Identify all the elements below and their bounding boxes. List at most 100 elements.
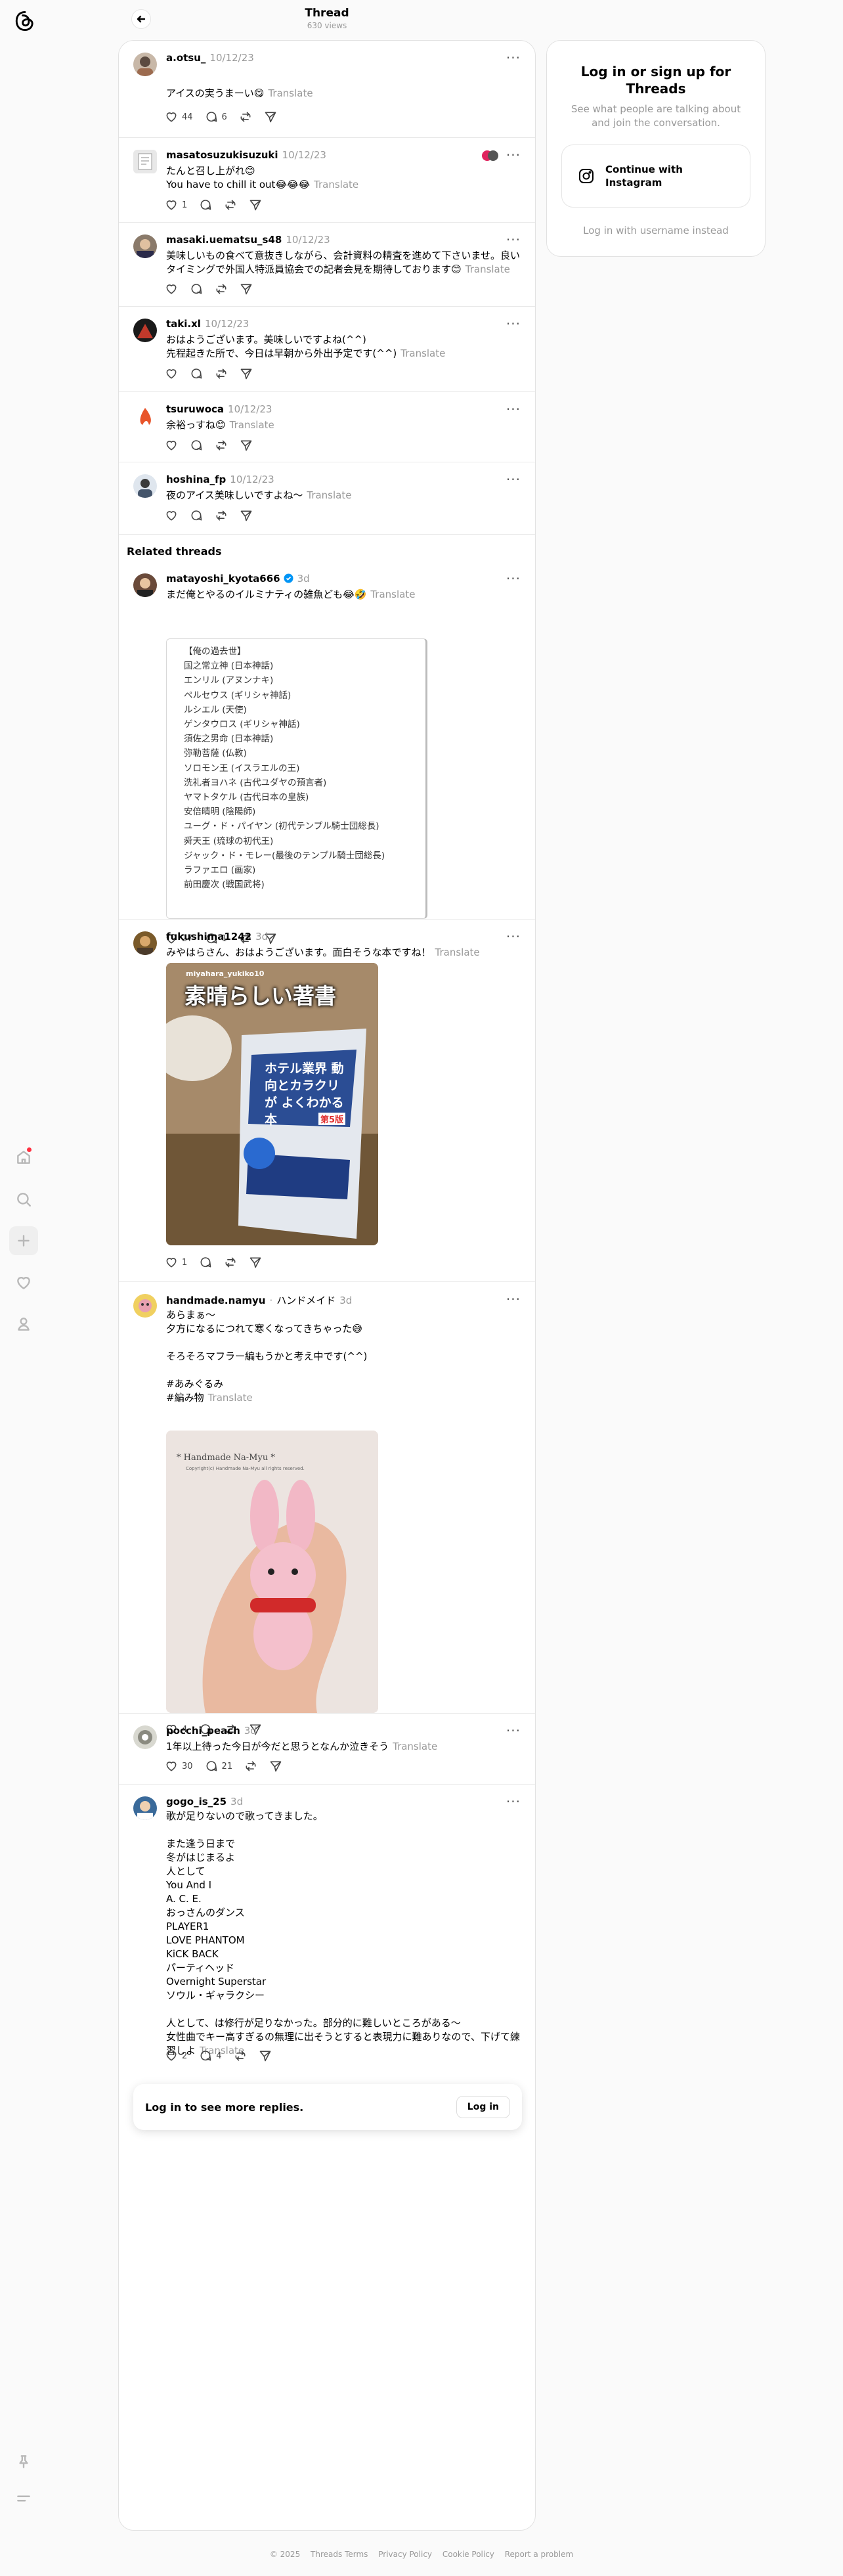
- username[interactable]: gogo_is_25: [166, 1796, 227, 1808]
- share-button[interactable]: [249, 1256, 262, 1269]
- reply-button[interactable]: [199, 1256, 212, 1269]
- like-button[interactable]: [165, 509, 178, 522]
- footer-link[interactable]: Cookie Policy: [443, 2550, 494, 2559]
- search-icon[interactable]: [9, 1185, 38, 1214]
- username[interactable]: matayoshi_kyota666: [166, 573, 280, 585]
- related-thread-post: handmade.namyu · ハンドメイド 3d ··· あらまぁ〜 夕方になるにつ…: [119, 1282, 535, 1735]
- avatar[interactable]: [133, 234, 157, 258]
- post-text: 歌が足りないので歌ってきました。 また逢う日まで 冬がはじまるよ 人として You An…: [166, 1810, 521, 2058]
- reply-button[interactable]: 21: [205, 1760, 232, 1773]
- username[interactable]: handmade.namyu: [166, 1295, 265, 1306]
- avatar[interactable]: [133, 474, 157, 498]
- more-options-icon[interactable]: ···: [506, 571, 521, 587]
- translate-link[interactable]: Translate: [393, 1741, 437, 1752]
- translate-link[interactable]: Translate: [465, 263, 510, 275]
- like-button[interactable]: 1: [165, 1256, 187, 1269]
- like-button[interactable]: 30: [165, 1760, 193, 1773]
- home-icon[interactable]: [9, 1143, 38, 1172]
- share-button[interactable]: [249, 198, 262, 211]
- repost-button[interactable]: [244, 1760, 257, 1773]
- share-button[interactable]: [240, 509, 253, 522]
- translate-link[interactable]: Translate: [307, 489, 351, 501]
- login-button[interactable]: Log in: [456, 2096, 510, 2118]
- avatar[interactable]: [133, 1294, 157, 1318]
- repost-button[interactable]: [215, 509, 228, 522]
- post-image[interactable]: * Handmade Na-Myu * Copyright(c) Handmad…: [166, 1431, 378, 1713]
- more-options-icon[interactable]: ···: [506, 1723, 521, 1739]
- repost-button[interactable]: [215, 367, 228, 380]
- more-options-icon[interactable]: ···: [506, 1291, 521, 1307]
- translate-link[interactable]: Translate: [208, 1392, 253, 1404]
- avatar[interactable]: [133, 1725, 157, 1749]
- footer-link[interactable]: Report a problem: [505, 2550, 573, 2559]
- translate-link[interactable]: Translate: [370, 588, 415, 600]
- repost-button[interactable]: [234, 2049, 247, 2062]
- like-button[interactable]: 1: [165, 198, 187, 211]
- more-options-icon[interactable]: ···: [506, 316, 521, 332]
- username[interactable]: pocchi_peach: [166, 1725, 240, 1737]
- share-button[interactable]: [269, 1760, 282, 1773]
- reply-button[interactable]: [190, 439, 203, 452]
- repost-button[interactable]: [239, 110, 252, 123]
- repost-icon: [216, 440, 227, 451]
- continue-with-instagram-button[interactable]: Continue with Instagram: [561, 144, 750, 208]
- like-button[interactable]: [165, 282, 178, 296]
- more-options-icon[interactable]: ···: [506, 147, 521, 163]
- translate-link[interactable]: Translate: [435, 946, 480, 958]
- post-image[interactable]: miyahara_yukiko10 素晴らしい著書 ホテル業界 動向とカラクリが…: [166, 963, 378, 1245]
- login-username-link[interactable]: Log in with username instead: [547, 225, 765, 236]
- translate-link[interactable]: Translate: [230, 419, 274, 431]
- avatar[interactable]: [133, 931, 157, 955]
- username[interactable]: a.otsu_: [166, 52, 205, 64]
- reply-button[interactable]: 4: [199, 2049, 222, 2062]
- translate-link[interactable]: Translate: [314, 179, 358, 190]
- more-options-icon[interactable]: ···: [506, 50, 521, 66]
- share-button[interactable]: [240, 282, 253, 296]
- like-button[interactable]: 44: [165, 110, 193, 123]
- reply-button[interactable]: 6: [205, 110, 227, 123]
- reply-button[interactable]: [190, 282, 203, 296]
- menu-icon[interactable]: [9, 2484, 38, 2513]
- avatar[interactable]: [133, 573, 157, 597]
- username[interactable]: taki.xl: [166, 318, 201, 330]
- footer-link[interactable]: Threads Terms: [311, 2550, 368, 2559]
- username[interactable]: fukushima1242: [166, 931, 251, 943]
- pin-icon[interactable]: [9, 2447, 38, 2476]
- username[interactable]: masatosuzukisuzuki: [166, 149, 278, 161]
- repost-button[interactable]: [215, 439, 228, 452]
- reply-button[interactable]: [199, 198, 212, 211]
- share-button[interactable]: [240, 367, 253, 380]
- username[interactable]: masaki.uematsu_s48: [166, 234, 282, 246]
- translate-link[interactable]: Translate: [268, 87, 313, 99]
- username[interactable]: hoshina_fp: [166, 474, 226, 485]
- like-button[interactable]: 2: [165, 2049, 187, 2062]
- create-post-icon[interactable]: [9, 1226, 38, 1255]
- footer-link[interactable]: Privacy Policy: [378, 2550, 432, 2559]
- more-options-icon[interactable]: ···: [506, 232, 521, 248]
- reply-button[interactable]: [190, 509, 203, 522]
- like-button[interactable]: [165, 439, 178, 452]
- repost-button[interactable]: [224, 1256, 237, 1269]
- avatar[interactable]: [133, 1796, 157, 1820]
- profile-icon[interactable]: [9, 1310, 38, 1339]
- more-options-icon[interactable]: ···: [506, 1794, 521, 1810]
- share-button[interactable]: [240, 439, 253, 452]
- threads-logo-icon[interactable]: [12, 8, 38, 34]
- activity-heart-icon[interactable]: [9, 1268, 38, 1297]
- reply-button[interactable]: [190, 367, 203, 380]
- share-button[interactable]: [259, 2049, 272, 2062]
- repost-button[interactable]: [224, 198, 237, 211]
- username[interactable]: tsuruwoca: [166, 403, 224, 415]
- more-options-icon[interactable]: ···: [506, 472, 521, 487]
- like-button[interactable]: [165, 367, 178, 380]
- avatar[interactable]: [133, 53, 157, 76]
- more-options-icon[interactable]: ···: [506, 401, 521, 417]
- more-options-icon[interactable]: ···: [506, 929, 521, 944]
- repost-button[interactable]: [215, 282, 228, 296]
- translate-link[interactable]: Translate: [400, 347, 445, 359]
- post-image[interactable]: 【俺の過去世】 国之常立神 (日本神話) エンリル (アヌンナキ) ペルセウス (ギリ…: [166, 638, 427, 919]
- avatar[interactable]: [133, 404, 157, 428]
- avatar[interactable]: [133, 150, 157, 173]
- share-button[interactable]: [264, 110, 277, 123]
- avatar[interactable]: [133, 319, 157, 342]
